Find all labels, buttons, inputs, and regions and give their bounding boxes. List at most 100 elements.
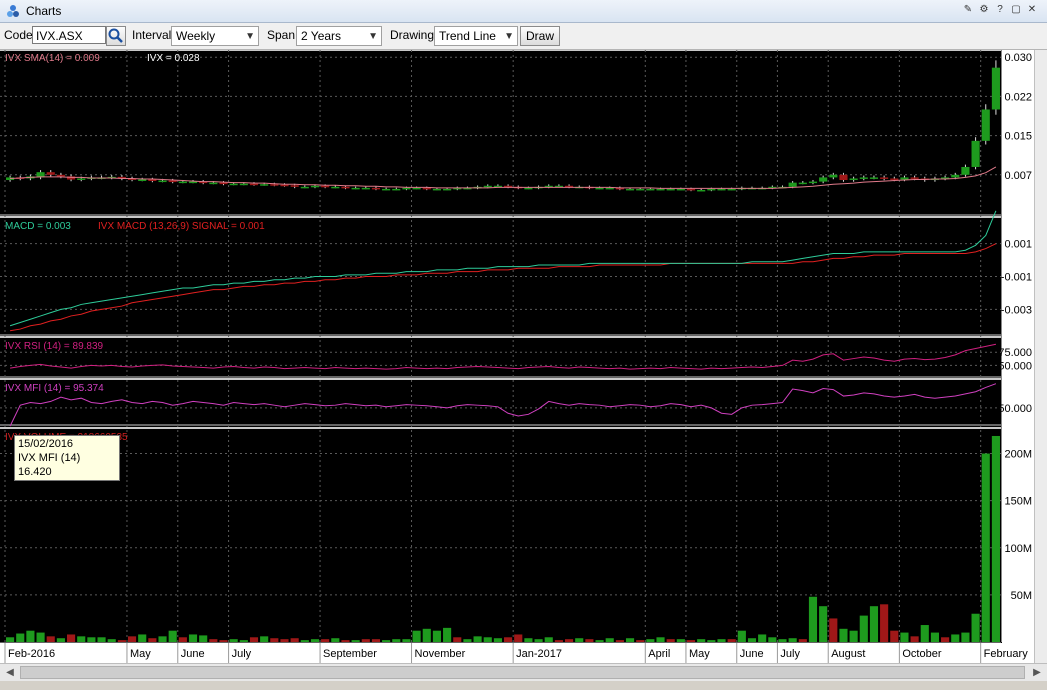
interval-select[interactable]: Weekly ▼ <box>171 26 259 46</box>
volume-bar <box>900 632 909 642</box>
price-candle <box>869 177 879 179</box>
chart-canvas[interactable]: Feb-2016 May June July September November Jan-… <box>0 50 1034 663</box>
x-axis-tick-label: February <box>984 648 1029 660</box>
scrollbar-thumb[interactable] <box>20 666 1025 679</box>
interval-label: Interval <box>132 28 172 42</box>
volume-bar <box>808 596 818 642</box>
tooltip-date: 15/02/2016 <box>18 438 74 450</box>
volume-bar <box>199 635 208 642</box>
y-axis-tick-label: -0.001 <box>1001 272 1032 284</box>
x-axis-tick-label: July <box>232 648 252 660</box>
volume-bar <box>859 615 868 642</box>
y-axis-tick-label: 150M <box>1004 496 1032 508</box>
volume-bar <box>951 634 960 642</box>
volume-bar <box>544 637 553 642</box>
tooltip-value: IVX MFI (14) 16.420 <box>18 452 81 478</box>
volume-bar <box>971 613 980 642</box>
price-candle <box>402 187 411 190</box>
x-axis-tick-label: May <box>689 648 710 660</box>
volume-bar <box>656 637 665 642</box>
price-candle <box>717 188 726 191</box>
price-candle <box>422 187 431 190</box>
volume-bar <box>880 604 889 642</box>
price-candle <box>697 189 706 192</box>
volume-bar <box>839 628 848 642</box>
price-candle <box>382 188 391 191</box>
draw-button[interactable]: Draw <box>520 26 561 46</box>
volume-bar <box>26 630 35 642</box>
help-icon[interactable]: ? <box>994 4 1006 16</box>
price-candle <box>178 181 187 184</box>
volume-bar <box>981 453 990 642</box>
price-candle <box>808 181 818 184</box>
price-candle <box>951 174 960 178</box>
volume-bar <box>36 632 45 642</box>
price-candle <box>310 185 320 188</box>
chevron-down-icon: ▼ <box>504 31 514 42</box>
volume-bar <box>97 637 106 642</box>
price-candle <box>646 188 655 191</box>
interval-value: Weekly <box>176 29 216 43</box>
price-candle <box>260 184 269 186</box>
chart-toolbar: Code IVX.ASX Interval Weekly ▼ Span 2 Ye… <box>0 23 1047 50</box>
chart-tooltip: 15/02/2016 IVX MFI (14) 16.420 <box>14 435 120 481</box>
volume-bar <box>514 634 523 642</box>
vertical-scrollbar[interactable] <box>1034 50 1047 663</box>
volume-bar <box>707 640 716 642</box>
volume-bar <box>290 638 299 642</box>
price-candle <box>727 188 736 191</box>
price-candle <box>341 186 350 189</box>
horizontal-scrollbar[interactable]: ◀ ▶ <box>0 663 1047 682</box>
price-candle <box>686 188 696 191</box>
x-axis-tick-label: July <box>780 648 800 660</box>
close-window-icon[interactable]: ✕ <box>1026 4 1038 16</box>
volume-bar <box>625 638 635 642</box>
volume-bar <box>717 639 726 642</box>
search-button[interactable] <box>106 26 126 46</box>
volume-bar <box>920 625 929 642</box>
price-candle <box>961 166 970 175</box>
volume-bar <box>768 637 777 642</box>
volume-bar <box>524 638 533 642</box>
price-candle <box>656 188 665 191</box>
volume-bar <box>127 636 137 642</box>
volume-bar <box>361 639 370 642</box>
price-candle <box>991 67 1000 110</box>
price-candle <box>788 182 797 187</box>
price-candle <box>707 188 716 191</box>
restore-window-icon[interactable]: ▢ <box>1010 4 1022 16</box>
pin-icon[interactable]: ✎ <box>962 4 974 16</box>
code-input[interactable]: IVX.ASX <box>32 26 106 44</box>
volume-bar <box>432 630 442 642</box>
volume-bar <box>77 636 86 642</box>
x-axis-tick-label: Feb-2016 <box>8 648 55 660</box>
volume-bar <box>869 606 879 642</box>
settings-icon[interactable]: ⚙ <box>978 4 990 16</box>
volume-bar <box>249 637 259 642</box>
status-bar <box>0 681 1047 690</box>
price-candle <box>625 188 635 191</box>
scroll-right-icon[interactable]: ▶ <box>1030 666 1044 680</box>
price-candle <box>331 186 340 189</box>
volume-bar <box>46 636 55 642</box>
scroll-left-icon[interactable]: ◀ <box>3 666 17 680</box>
y-axis-tick-label: 50.000 <box>998 360 1032 372</box>
price-legend: IVX = 0.028 <box>147 53 200 64</box>
drawing-select[interactable]: Trend Line ▼ <box>434 26 518 46</box>
price-candle <box>636 188 645 191</box>
price-candle <box>219 182 228 185</box>
x-axis-tick-label: November <box>415 648 466 660</box>
price-candle <box>432 188 442 191</box>
volume-bar <box>56 638 65 642</box>
volume-bar <box>321 639 330 642</box>
window-titlebar: Charts ✎ ⚙ ? ▢ ✕ <box>0 0 1047 23</box>
volume-bar <box>605 638 614 642</box>
price-candle <box>859 177 868 179</box>
volume-bar <box>737 630 746 642</box>
volume-bar <box>66 634 76 642</box>
search-icon <box>108 28 123 43</box>
volume-bar <box>788 638 797 642</box>
volume-bar <box>300 640 309 642</box>
span-select[interactable]: 2 Years ▼ <box>296 26 382 46</box>
volume-bar <box>168 630 177 642</box>
